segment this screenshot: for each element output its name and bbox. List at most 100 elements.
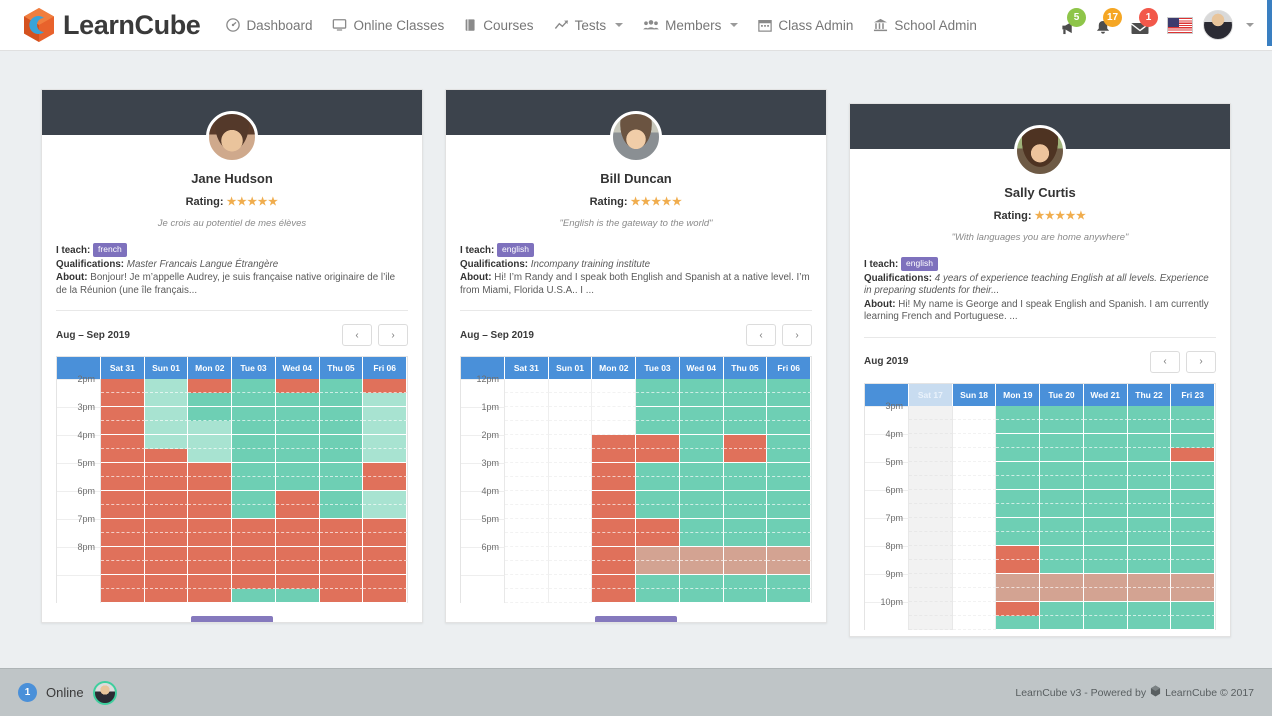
calendar-slot[interactable] (188, 575, 233, 590)
calendar-slot[interactable] (101, 575, 145, 590)
calendar-slot[interactable] (275, 435, 320, 450)
calendar-slot[interactable] (1083, 433, 1128, 448)
calendar-slot[interactable] (319, 379, 364, 394)
calendar-slot[interactable] (909, 447, 953, 462)
calendar-slot[interactable] (1171, 517, 1215, 532)
calendar-slot[interactable] (592, 505, 637, 520)
calendar-slot[interactable] (952, 559, 997, 574)
calendar-slot[interactable] (723, 533, 768, 548)
calendar-slot[interactable] (636, 519, 680, 534)
calendar-slot[interactable] (679, 477, 724, 492)
calendar-slot[interactable] (592, 589, 637, 604)
calendar-slot[interactable] (505, 393, 549, 408)
calendar-slot[interactable] (548, 491, 593, 506)
calendar-slot[interactable] (1083, 573, 1128, 588)
calendar-slot[interactable] (188, 589, 233, 604)
notifications-button[interactable]: 17 (1095, 8, 1122, 40)
announcements-button[interactable]: 5 (1059, 8, 1086, 40)
calendar-slot[interactable] (548, 407, 593, 422)
calendar-slot[interactable] (232, 463, 276, 478)
calendar-slot[interactable] (952, 405, 997, 420)
calendar-slot[interactable] (1127, 531, 1172, 546)
calendar-slot[interactable] (144, 589, 189, 604)
calendar-slot[interactable] (188, 505, 233, 520)
calendar-slot[interactable] (636, 477, 680, 492)
calendar-next-button[interactable]: › (378, 324, 408, 347)
calendar-slot[interactable] (548, 589, 593, 604)
calendar-slot[interactable] (144, 533, 189, 548)
calendar-slot[interactable] (723, 449, 768, 464)
calendar-slot[interactable] (188, 519, 233, 534)
calendar-slot[interactable] (1171, 531, 1215, 546)
calendar-slot[interactable] (232, 589, 276, 604)
calendar-slot[interactable] (679, 533, 724, 548)
nav-item-online-classes[interactable]: Online Classes (322, 12, 454, 39)
calendar-slot[interactable] (679, 379, 724, 394)
calendar-slot[interactable] (767, 379, 811, 394)
calendar-slot[interactable] (144, 505, 189, 520)
calendar-slot[interactable] (505, 449, 549, 464)
calendar-slot[interactable] (363, 491, 407, 506)
calendar-slot[interactable] (232, 575, 276, 590)
calendar-slot[interactable] (723, 393, 768, 408)
calendar-slot[interactable] (723, 379, 768, 394)
calendar-slot[interactable] (1127, 475, 1172, 490)
calendar-slot[interactable] (909, 615, 953, 630)
calendar-slot[interactable] (548, 533, 593, 548)
calendar-slot[interactable] (1127, 405, 1172, 420)
calendar-slot[interactable] (319, 491, 364, 506)
calendar-slot[interactable] (679, 449, 724, 464)
online-users-widget[interactable]: 1 Online (18, 680, 117, 705)
calendar-slot[interactable] (144, 407, 189, 422)
calendar-slot[interactable] (1171, 587, 1215, 602)
calendar-slot[interactable] (101, 463, 145, 478)
calendar-slot[interactable] (275, 379, 320, 394)
calendar-slot[interactable] (232, 547, 276, 562)
calendar-slot[interactable] (101, 519, 145, 534)
calendar-slot[interactable] (679, 589, 724, 604)
calendar-slot[interactable] (592, 435, 637, 450)
calendar-slot[interactable] (1083, 419, 1128, 434)
calendar-slot[interactable] (144, 547, 189, 562)
calendar-slot[interactable] (909, 503, 953, 518)
calendar-slot[interactable] (1171, 573, 1215, 588)
calendar-slot[interactable] (1171, 405, 1215, 420)
calendar-slot[interactable] (275, 477, 320, 492)
calendar-slot[interactable] (505, 463, 549, 478)
calendar-slot[interactable] (188, 421, 233, 436)
calendar-slot[interactable] (363, 435, 407, 450)
calendar-slot[interactable] (101, 505, 145, 520)
calendar-slot[interactable] (909, 405, 953, 420)
calendar-slot[interactable] (1171, 503, 1215, 518)
calendar-slot[interactable] (1171, 615, 1215, 630)
calendar-slot[interactable] (101, 491, 145, 506)
calendar-slot[interactable] (636, 379, 680, 394)
calendar-slot[interactable] (363, 379, 407, 394)
calendar-slot[interactable] (679, 575, 724, 590)
calendar-slot[interactable] (1040, 573, 1084, 588)
calendar-slot[interactable] (592, 393, 637, 408)
calendar-slot[interactable] (1040, 433, 1084, 448)
calendar-slot[interactable] (319, 547, 364, 562)
calendar-slot[interactable] (275, 407, 320, 422)
calendar-slot[interactable] (1171, 559, 1215, 574)
calendar-slot[interactable] (996, 475, 1041, 490)
calendar-slot[interactable] (996, 601, 1041, 616)
calendar-slot[interactable] (996, 405, 1041, 420)
calendar-slot[interactable] (767, 547, 811, 562)
calendar-slot[interactable] (592, 463, 637, 478)
calendar-slot[interactable] (275, 491, 320, 506)
calendar-slot[interactable] (319, 477, 364, 492)
calendar-slot[interactable] (319, 393, 364, 408)
calendar-slot[interactable] (548, 505, 593, 520)
calendar-slot[interactable] (1083, 601, 1128, 616)
calendar-slot[interactable] (101, 533, 145, 548)
calendar-slot[interactable] (232, 435, 276, 450)
calendar-slot[interactable] (952, 503, 997, 518)
calendar-prev-button[interactable]: ‹ (746, 324, 776, 347)
calendar-slot[interactable] (144, 435, 189, 450)
calendar-slot[interactable] (363, 575, 407, 590)
calendar-slot[interactable] (275, 575, 320, 590)
teacher-avatar[interactable] (1014, 125, 1066, 177)
calendar-slot[interactable] (144, 575, 189, 590)
